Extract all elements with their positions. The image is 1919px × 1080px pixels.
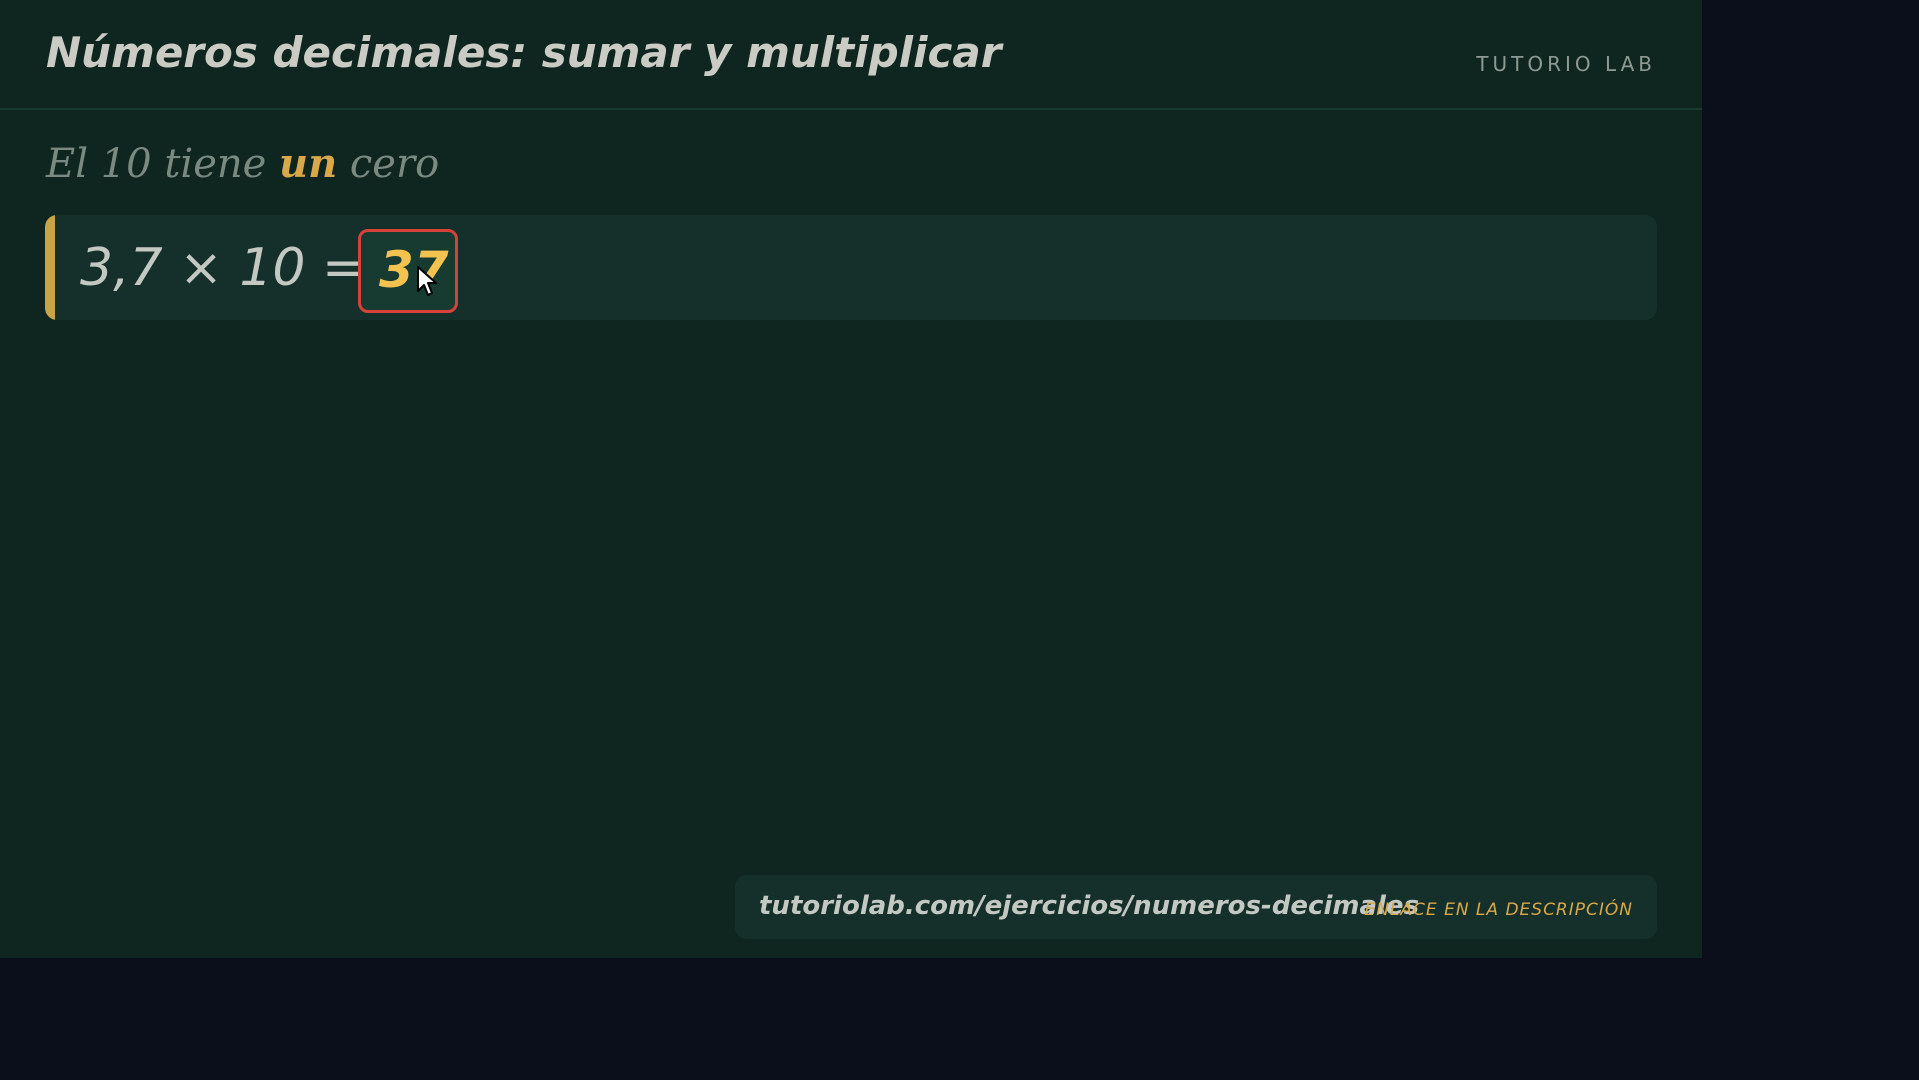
lesson-subtitle: El 10 tiene un cero xyxy=(46,140,439,187)
equation-text: 3,7 × 10 = xyxy=(80,238,366,298)
footer-url-link[interactable]: tutoriolab.com/ejercicios/numeros-decima… xyxy=(759,891,1419,921)
answer-box[interactable]: 37 xyxy=(358,229,458,313)
subtitle-text-start: El 10 tiene xyxy=(46,141,280,187)
brand-logo-text: TUTORIO LAB xyxy=(1476,52,1656,76)
chalkboard-slide: Números decimales: sumar y multiplicar T… xyxy=(0,0,1702,958)
page-title: Números decimales: sumar y multiplicar xyxy=(46,28,1002,77)
footer-link-pill[interactable]: tutoriolab.com/ejercicios/numeros-decima… xyxy=(735,875,1657,939)
equation-card: 3,7 × 10 = xyxy=(45,215,1657,320)
equation-accent-bar xyxy=(45,215,55,320)
mouse-pointer-icon xyxy=(417,266,437,296)
subtitle-text-end: cero xyxy=(337,141,440,187)
slide-header: Números decimales: sumar y multiplicar T… xyxy=(0,0,1702,110)
footer-note: ENLACE EN LA DESCRIPCIÓN xyxy=(1364,900,1633,920)
subtitle-highlight: un xyxy=(279,140,338,187)
